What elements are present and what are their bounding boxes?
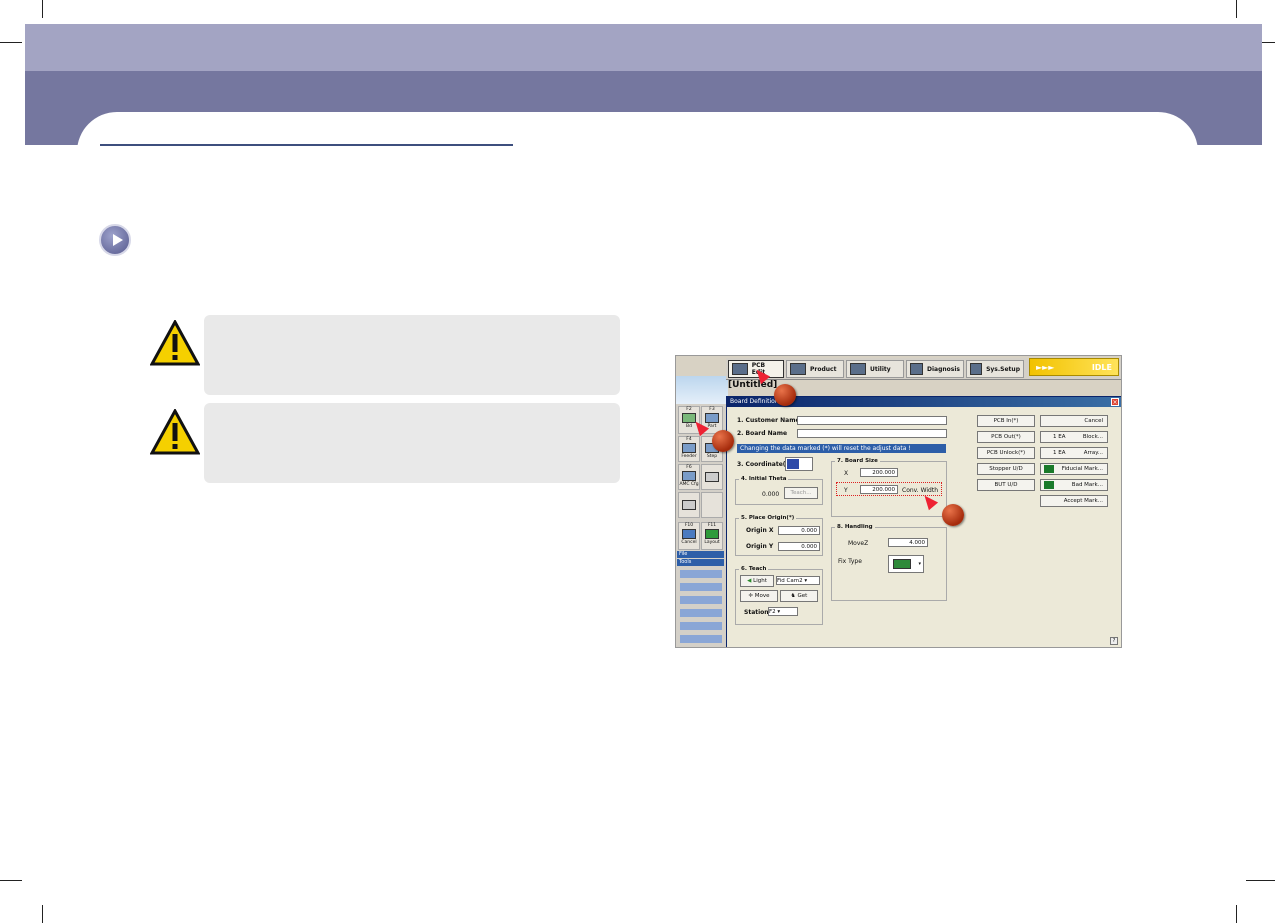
pcb-edit-icon [732,363,748,375]
get-button[interactable]: ♞ Get [780,590,818,602]
product-icon [790,363,806,375]
search-button[interactable] [701,464,723,490]
array-button[interactable]: 1 EA Array... [1040,447,1108,459]
cancel-button[interactable]: Cancel [1040,415,1108,427]
file-menu[interactable]: File [677,551,724,558]
title-underline [100,144,513,146]
diagnosis-button[interactable]: Diagnosis [906,360,964,378]
crop-mark [1246,880,1275,881]
window-title: [Untitled] [728,380,778,390]
tools-icon-grid [680,568,722,646]
move-icon: ✛ [748,593,754,599]
product-button[interactable]: Product [786,360,844,378]
crop-mark [0,880,22,881]
sys-setup-icon [970,363,983,375]
board-name-input[interactable] [797,429,947,438]
origin-x-input[interactable]: 0.000 [778,526,820,535]
theta-teach-button[interactable]: Teach... [784,487,818,499]
pcb-in-button[interactable]: PCB In(*) [977,415,1035,427]
move-button[interactable]: ✛ Move [740,590,778,602]
initial-theta-group: 4. Initial Theta 0.000 Teach... [735,476,823,505]
fiducial-mark-icon [1044,465,1054,473]
place-origin-group: 5. Place Origin(*) Origin X 0.000 Origin… [735,515,823,556]
board-name-label: 2. Board Name [737,430,788,437]
customer-name-label: 1. Customer Name [737,417,800,424]
coordinate-select[interactable] [785,457,813,471]
crop-mark [0,42,22,43]
station-select[interactable]: F2 ▾ [768,607,798,616]
status-indicator: ►►► IDLE [1029,358,1119,376]
light-icon: ◀ [747,578,752,584]
bad-mark-icon [1044,481,1054,489]
disabled-button[interactable] [701,492,723,518]
block-button[interactable]: 1 EA Block... [1040,431,1108,443]
fix-type-label: Fix Type [838,558,862,565]
board-x-input[interactable]: 200.000 [860,468,898,477]
caution-box-2 [204,403,620,483]
origin-y-input[interactable]: 0.000 [778,542,820,551]
origin-x-label: Origin X [746,527,774,534]
reset-warning: Changing the data marked (*) will reset … [737,444,946,453]
close-icon[interactable]: × [1111,398,1119,406]
pcb-unlock-button[interactable]: PCB Unlock(*) [977,447,1035,459]
light-button[interactable]: ◀ Light [740,575,774,587]
teach-icon [682,500,696,510]
sys-setup-button[interactable]: Sys.Setup [966,360,1024,378]
coordinate-icon [787,459,799,469]
crop-mark [42,905,43,923]
crop-mark [42,0,43,18]
callout-marker [942,504,964,526]
f4-feeder-button[interactable]: F4 Feeder [678,436,700,462]
feeder-icon [682,443,696,453]
movez-input[interactable]: 4.000 [888,538,928,547]
help-icon[interactable]: ? [1110,637,1118,645]
board-definition-dialog: Board Definition × 1. Customer Name 2. B… [726,396,1121,647]
background-image [676,376,728,406]
handling-group: 8. Handling MoveZ 4.000 Fix Type ▾ [831,524,947,601]
coordinate-label: 3. Coordinate(*) [737,461,792,468]
app-screenshot: PCB Edit Product Utility Diagnosis Sys.S… [675,355,1122,648]
crop-mark [1236,905,1237,923]
diagnosis-icon [910,363,924,375]
fix-type-select[interactable]: ▾ [888,555,924,573]
fix-type-icon [893,559,911,569]
but-ud-button[interactable]: BUT U/D [977,479,1035,491]
f11-layout-button[interactable]: F11 Layout [701,522,723,550]
f6-amc-button[interactable]: F6 AMC Cfg [678,464,700,490]
tools-menu[interactable]: Tools [677,559,724,566]
bad-mark-button[interactable]: Bad Mark... [1040,479,1108,491]
accept-mark-button[interactable]: Accept Mark... [1040,495,1108,507]
fiducial-mark-button[interactable]: Fiducial Mark... [1040,463,1108,475]
get-icon: ♞ [790,593,796,599]
part-icon [705,413,719,423]
utility-icon [850,363,866,375]
header-band-top [25,24,1262,71]
teach-group: 6. Teach ◀ Light Fid Cam2 ▾ ✛ Move ♞ Get… [735,566,823,625]
initial-theta-value: 0.000 [762,491,780,498]
amc-icon [682,471,696,481]
play-icon [99,224,131,256]
crop-mark [1236,0,1237,18]
station-label: Station [744,609,769,616]
utility-button[interactable]: Utility [846,360,904,378]
customer-name-input[interactable] [797,416,947,425]
x-label: X [844,470,849,477]
origin-y-label: Origin Y [746,543,774,550]
disabled-button[interactable] [678,492,700,518]
cancel-icon [682,529,696,539]
movez-label: MoveZ [848,540,869,547]
pcb-out-button[interactable]: PCB Out(*) [977,431,1035,443]
callout-marker [712,430,734,452]
f10-cancel-button[interactable]: F10 Cancel [678,522,700,550]
stopper-ud-button[interactable]: Stopper U/D [977,463,1035,475]
camera-select[interactable]: Fid Cam2 ▾ [776,576,820,585]
search-icon [705,472,719,482]
warning-icon [150,320,200,366]
layout-icon [705,529,719,539]
warning-icon [150,409,200,455]
page-card-top [77,112,1198,172]
callout-marker [774,384,796,406]
caution-box-1 [204,315,620,395]
